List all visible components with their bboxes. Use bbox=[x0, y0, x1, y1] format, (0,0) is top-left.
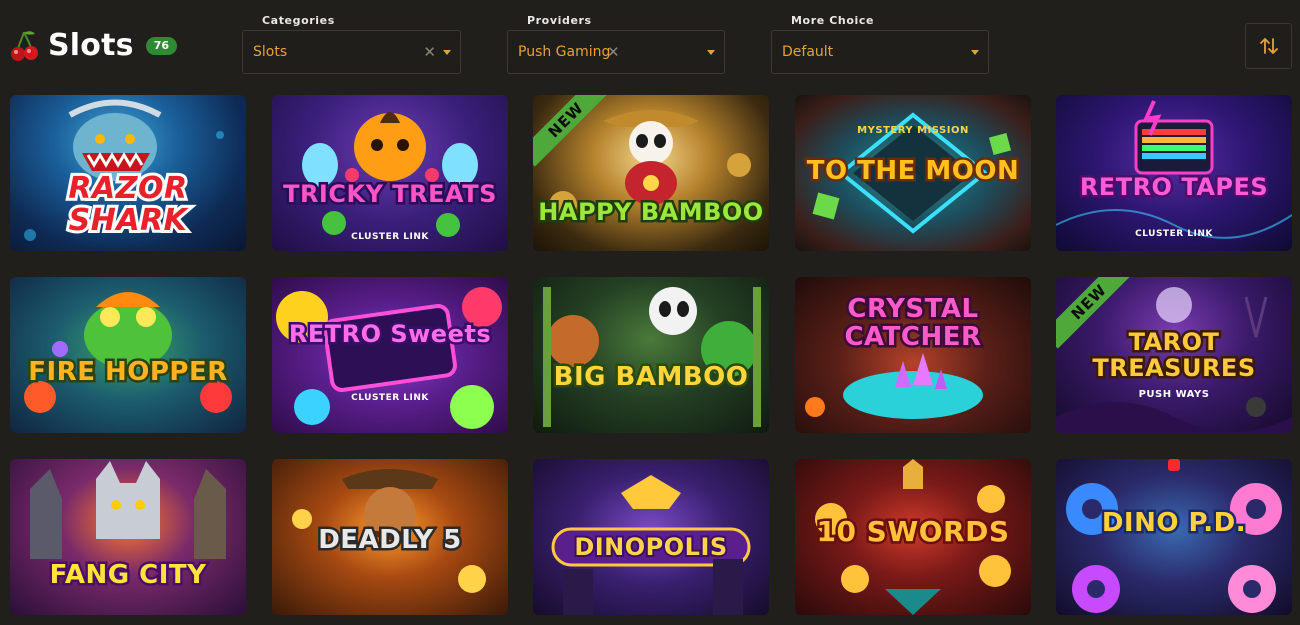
game-title: FANG CITY bbox=[47, 560, 208, 591]
header-bar: Slots 76 Categories Slots ✕ Providers Pu… bbox=[0, 0, 1300, 90]
more-choice-select[interactable]: Default bbox=[771, 30, 989, 74]
game-tag: CLUSTER LINK bbox=[351, 393, 429, 403]
chevron-down-icon bbox=[707, 50, 715, 55]
game-title: TAROT TREASURES bbox=[1090, 327, 1258, 384]
more-choice-label: More Choice bbox=[791, 14, 875, 27]
game-title: TO THE MOON bbox=[804, 155, 1021, 188]
panda-monkey-artwork bbox=[543, 287, 761, 427]
categories-select[interactable]: Slots ✕ bbox=[242, 30, 461, 74]
providers-filter: Providers Push Gaming ✕ bbox=[507, 14, 725, 74]
more-choice-value: Default bbox=[782, 44, 834, 60]
wolf-artwork bbox=[30, 461, 226, 559]
chevron-down-icon bbox=[971, 50, 979, 55]
game-tile-fire-hopper[interactable]: FIRE HOPPER bbox=[10, 277, 246, 433]
game-tag: PUSH WAYS bbox=[1138, 389, 1210, 400]
game-tag: MYSTERY MISSION bbox=[857, 125, 969, 136]
frog-artwork bbox=[24, 292, 232, 413]
cherry-icon bbox=[10, 29, 40, 63]
more-choice-filter: More Choice Default bbox=[771, 14, 989, 74]
game-title: HAPPY BAMBOO bbox=[536, 198, 766, 227]
game-tag: CLUSTER LINK bbox=[1135, 229, 1213, 239]
categories-filter: Categories Slots ✕ bbox=[242, 14, 461, 74]
candy-artwork bbox=[276, 287, 502, 429]
game-tile-big-bamboo[interactable]: BIG BAMBOO bbox=[533, 277, 769, 433]
game-tile-happy-bamboo[interactable]: HAPPY BAMBOO NEW bbox=[533, 95, 769, 251]
game-tile-deadly-5[interactable]: DEADLY 5 bbox=[272, 459, 508, 615]
game-tag: CLUSTER LINK bbox=[351, 232, 429, 242]
game-tile-fang-city[interactable]: FANG CITY bbox=[10, 459, 246, 615]
game-title: BIG BAMBOO bbox=[551, 361, 750, 394]
game-tile-tarot-treasures[interactable]: TAROT TREASURES PUSH WAYS NEW bbox=[1056, 277, 1292, 433]
game-tile-retro-tapes[interactable]: RETRO TAPES CLUSTER LINK bbox=[1056, 95, 1292, 251]
game-title: TRICKY TREATS bbox=[281, 179, 499, 210]
game-tile-crystal-catcher[interactable]: CRYSTAL CATCHER bbox=[795, 277, 1031, 433]
game-tile-10-swords[interactable]: 10 SWORDS bbox=[795, 459, 1031, 615]
game-title: CRYSTAL CATCHER bbox=[842, 293, 984, 354]
game-title: FIRE HOPPER bbox=[26, 355, 230, 390]
slots-page: Slots 76 Categories Slots ✕ Providers Pu… bbox=[0, 0, 1300, 625]
game-tile-to-the-moon[interactable]: MYSTERY MISSION TO THE MOON bbox=[795, 95, 1031, 251]
page-title: Slots bbox=[48, 28, 134, 63]
game-title: RAZOR SHARK bbox=[65, 170, 190, 240]
clear-categories-icon[interactable]: ✕ bbox=[423, 43, 436, 61]
game-title: RETRO TAPES bbox=[1077, 173, 1270, 202]
game-title: DINO P.D. bbox=[1099, 506, 1248, 541]
sort-arrows-icon bbox=[1259, 38, 1278, 54]
clear-providers-icon[interactable]: ✕ bbox=[607, 43, 620, 61]
game-title: DINOPOLIS bbox=[572, 531, 729, 563]
game-title: DEADLY 5 bbox=[316, 523, 464, 558]
game-title: 10 SWORDS bbox=[814, 513, 1012, 551]
game-tile-tricky-treats[interactable]: TRICKY TREATS CLUSTER LINK bbox=[272, 95, 508, 251]
game-tile-retro-sweets[interactable]: RETRO Sweets CLUSTER LINK bbox=[272, 277, 508, 433]
page-title-group: Slots 76 bbox=[10, 28, 178, 63]
providers-select[interactable]: Push Gaming ✕ bbox=[507, 30, 725, 74]
chevron-down-icon bbox=[443, 50, 451, 55]
game-tile-dinopolis[interactable]: DINOPOLIS bbox=[533, 459, 769, 615]
categories-value: Slots bbox=[253, 44, 288, 60]
pumpkin-artwork bbox=[302, 112, 478, 237]
game-tile-dino-pd[interactable]: DINO P.D. bbox=[1056, 459, 1292, 615]
game-title: RETRO Sweets bbox=[286, 319, 493, 350]
game-count-badge: 76 bbox=[145, 36, 178, 55]
game-tile-razor-shark[interactable]: RAZOR SHARK bbox=[10, 95, 246, 251]
sort-button[interactable] bbox=[1245, 23, 1292, 69]
categories-label: Categories bbox=[262, 14, 335, 27]
providers-value: Push Gaming bbox=[518, 44, 611, 60]
providers-label: Providers bbox=[527, 14, 592, 27]
